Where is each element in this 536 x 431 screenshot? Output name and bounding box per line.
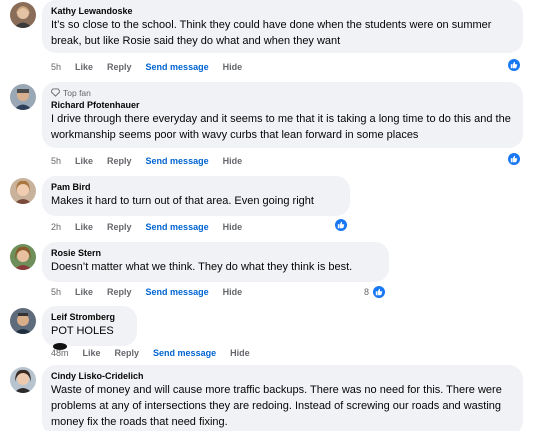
comment-bubble: Top fan Richard Pfotenhauer I drive thro… [42,82,523,148]
like-icon[interactable] [507,152,521,166]
comment-actions: 5h Like Reply Send message Hide [51,155,256,167]
comment-author[interactable]: Kathy Lewandoske [51,5,514,17]
comment-time[interactable]: 5h [51,62,61,72]
reply-button[interactable]: Reply [107,62,132,72]
comment-bubble: Cindy Lisko-Cridelich Waste of money and… [42,365,523,431]
comment-time[interactable]: 48m [51,348,69,358]
top-fan-badge: Top fan [51,87,514,98]
hide-button[interactable]: Hide [223,287,243,297]
avatar[interactable] [10,2,36,28]
comment-text: Waste of money and will cause more traff… [51,384,502,428]
like-button[interactable]: Like [75,156,93,166]
hide-button[interactable]: Hide [223,156,243,166]
send-message-button[interactable]: Send message [146,222,209,232]
avatar[interactable] [10,178,36,204]
hide-button[interactable]: Hide [230,348,250,358]
reply-button[interactable]: Reply [107,156,132,166]
comment-text: POT HOLES [51,325,114,337]
comment-author[interactable]: Rosie Stern [51,247,380,259]
comment-bubble: Rosie Stern Doesn’t matter what we think… [42,242,389,282]
reply-button[interactable]: Reply [107,287,132,297]
comment-time[interactable]: 2h [51,222,61,232]
comment-actions: 5h Like Reply Send message Hide [51,286,256,298]
send-message-button[interactable]: Send message [146,287,209,297]
like-button[interactable]: Like [75,62,93,72]
hide-button[interactable]: Hide [223,222,243,232]
diamond-icon [51,88,60,97]
comments-feed: Kathy Lewandoske It’s so close to the sc… [0,0,536,431]
comment-actions: 2h Like Reply Send message Hide [51,221,256,233]
reply-button[interactable]: Reply [115,348,140,358]
comment-time[interactable]: 5h [51,287,61,297]
avatar[interactable] [10,244,36,270]
hide-button[interactable]: Hide [223,62,243,72]
badge-label: Top fan [63,87,91,98]
like-button[interactable]: Like [75,287,93,297]
like-button[interactable]: Like [75,222,93,232]
comment-text: Makes it hard to turn out of that area. … [51,195,314,207]
reaction-count[interactable]: 8 [364,287,369,297]
send-message-button[interactable]: Send message [146,62,209,72]
send-message-button[interactable]: Send message [146,156,209,166]
comment-time[interactable]: 5h [51,156,61,166]
like-icon[interactable] [372,285,386,299]
like-icon[interactable] [507,58,521,72]
comment-bubble: Kathy Lewandoske It’s so close to the sc… [42,0,523,53]
comment-text: I drive through there everyday and it se… [51,113,511,141]
reply-button[interactable]: Reply [107,222,132,232]
comment-text: It’s so close to the school. Think they … [51,19,492,47]
comment-author[interactable]: Richard Pfotenhauer [51,99,514,111]
comment-actions: 5h Like Reply Send message Hide [51,61,256,73]
avatar[interactable] [10,367,36,393]
comment-bubble: Leif Stromberg POT HOLES [42,306,137,350]
comment-author[interactable]: Pam Bird [51,181,341,193]
comment-author[interactable]: Cindy Lisko-Cridelich [51,370,514,382]
like-icon[interactable] [334,218,348,232]
like-button[interactable]: Like [83,348,101,358]
comment-author[interactable]: Leif Stromberg [51,311,128,323]
send-message-button[interactable]: Send message [153,348,216,358]
comment-bubble: Pam Bird Makes it hard to turn out of th… [42,176,350,216]
avatar[interactable] [10,308,36,334]
comment-actions: 48m Like Reply Send message Hide [51,347,264,359]
avatar[interactable] [10,84,36,110]
comment-text: Doesn’t matter what we think. They do wh… [51,261,353,273]
